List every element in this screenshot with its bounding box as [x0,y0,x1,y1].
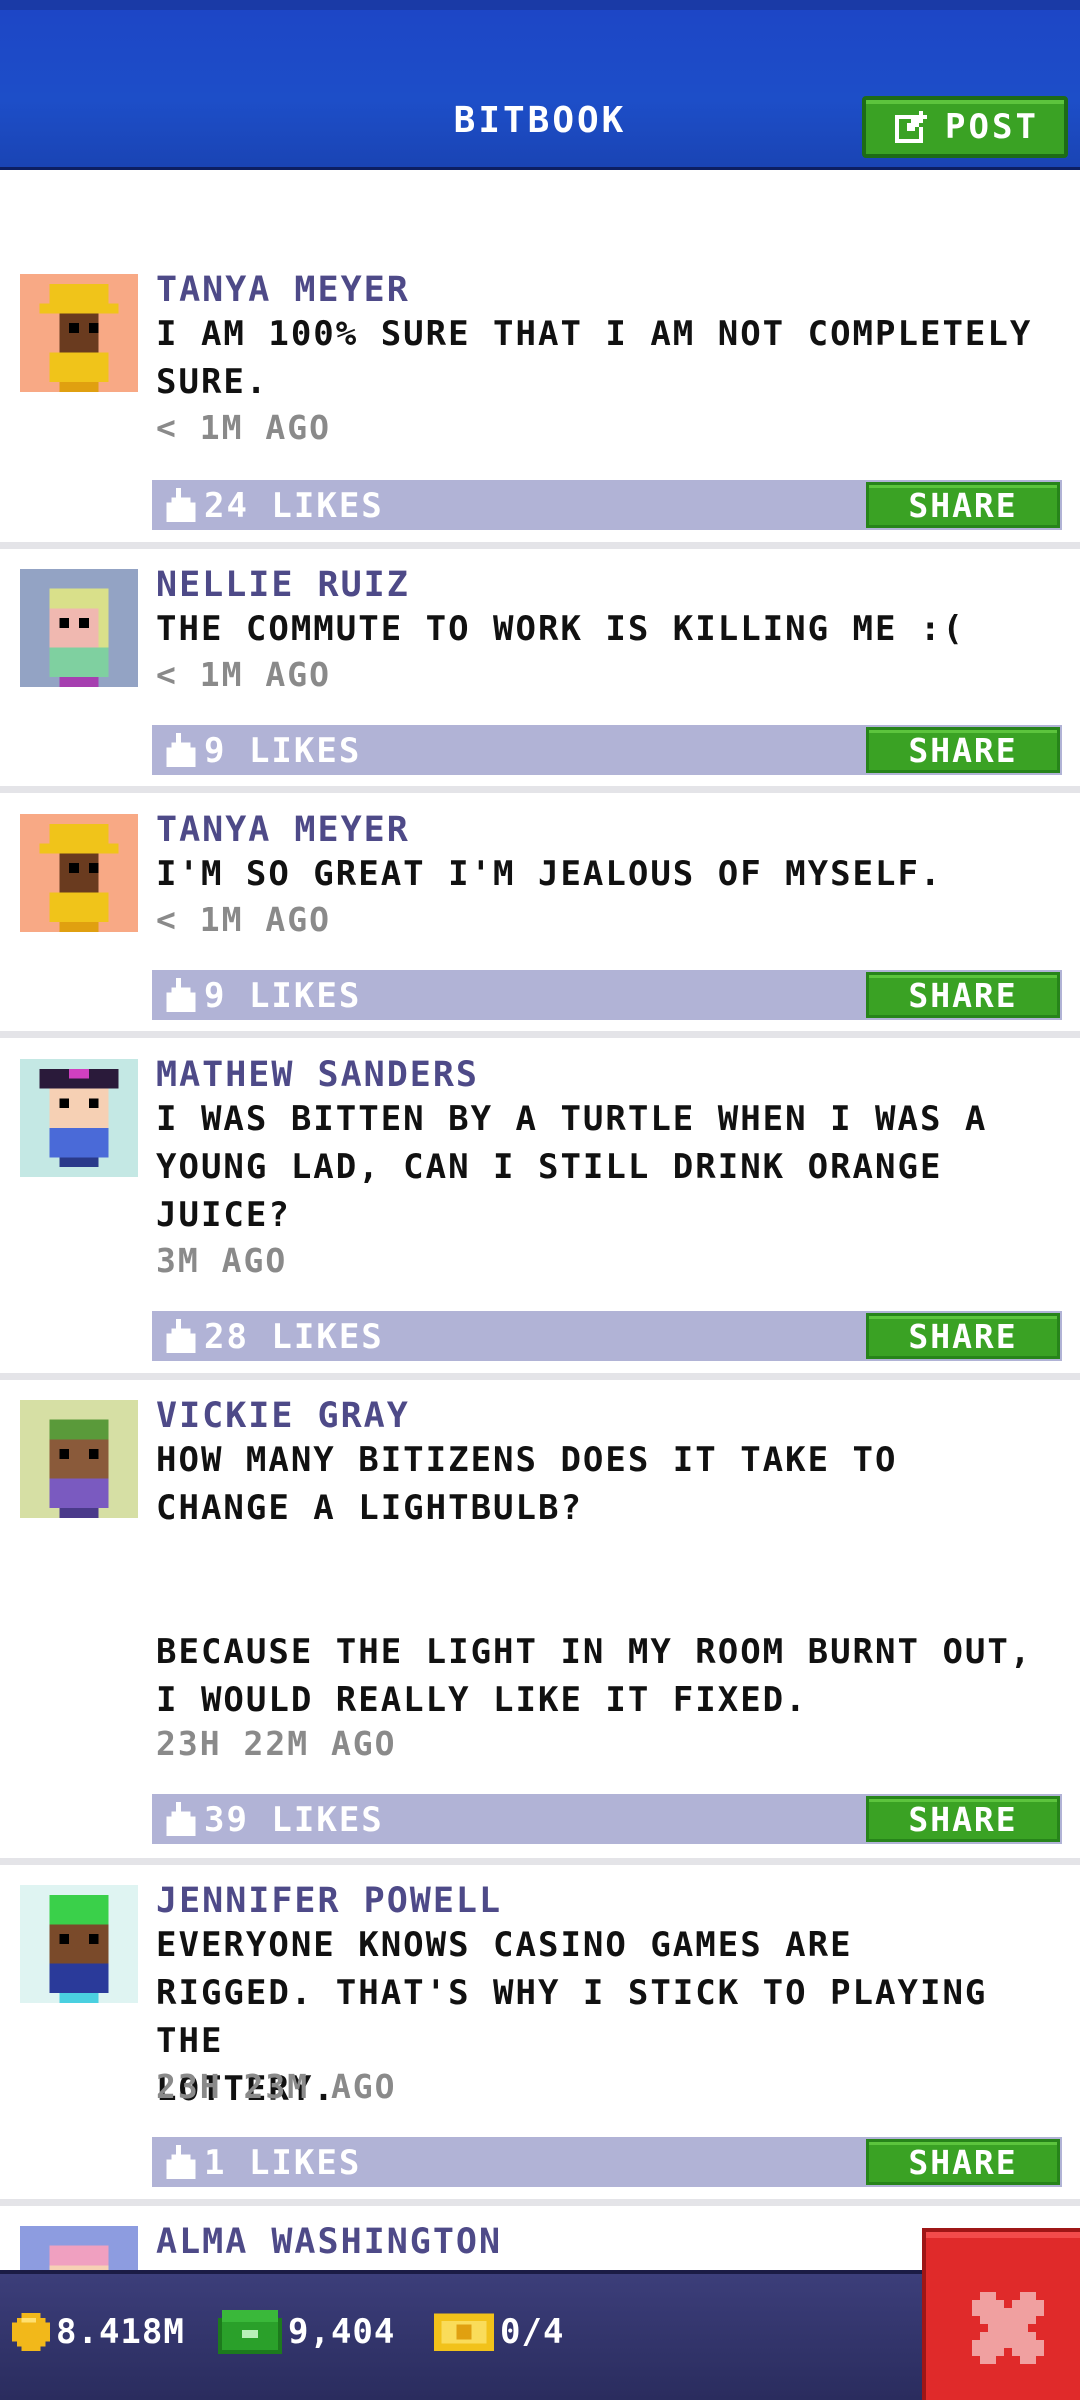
bux-value: 9,404 [288,2312,396,2352]
edit-icon [895,111,928,143]
post-time: 23H 23M AGO [156,2067,397,2106]
likes-count: 39 LIKES [204,1800,384,1840]
likes-count: 28 LIKES [204,1317,384,1357]
divider [0,1858,1080,1865]
post-time: 3M AGO [156,1241,288,1280]
post-author[interactable]: MATHEW SANDERS [156,1055,479,1095]
thumbs-up-icon [166,978,196,1012]
share-button[interactable]: SHARE [866,1796,1060,1842]
thumbs-up-icon [166,1319,196,1353]
likes-bar[interactable]: 9 LIKES SHARE [152,970,1062,1020]
post-author[interactable]: VICKIE GRAY [156,1396,410,1436]
post-author[interactable]: TANYA MEYER [156,810,410,850]
post-time: < 1M AGO [156,655,331,694]
likes-count: 24 LIKES [204,486,384,526]
bux-stat: 9,404 [218,2302,395,2362]
avatar[interactable] [20,1400,138,1518]
share-button[interactable]: SHARE [866,1313,1060,1359]
coin-icon [12,2313,50,2351]
ticket-icon [434,2313,494,2351]
likes-bar[interactable]: 9 LIKES SHARE [152,725,1062,775]
likes-bar[interactable]: 39 LIKES SHARE [152,1794,1062,1844]
likes-bar[interactable]: 1 LIKES SHARE [152,2137,1062,2187]
divider [0,2199,1080,2206]
avatar[interactable] [20,1059,138,1177]
post-message: I WAS BITTEN BY A TURTLE WHEN I WAS A YO… [156,1099,988,1235]
post-time: < 1M AGO [156,408,331,447]
share-button[interactable]: SHARE [866,482,1060,528]
share-button[interactable]: SHARE [866,972,1060,1018]
avatar[interactable] [20,814,138,932]
share-button[interactable]: SHARE [866,727,1060,773]
divider [0,786,1080,793]
thumbs-up-icon [166,1802,196,1836]
avatar[interactable] [20,569,138,687]
close-icon [972,2292,1044,2364]
likes-count: 1 LIKES [204,2143,362,2183]
post-author[interactable]: JENNIFER POWELL [156,1881,502,1921]
thumbs-up-icon [166,2145,196,2179]
post-message: I'M SO GREAT I'M JEALOUS OF MYSELF. [156,854,943,894]
post-time: 23H 22M AGO [156,1724,397,1763]
tickets-value: 0/4 [500,2312,565,2352]
bux-icon [218,2310,282,2354]
post-button[interactable]: POST [862,96,1068,158]
share-button[interactable]: SHARE [866,2139,1060,2185]
post-message: THE COMMUTE TO WORK IS KILLING ME :( [156,609,965,649]
post-author[interactable]: NELLIE RUIZ [156,565,410,605]
bottom-status-bar: 8.418M 9,404 0/4 [0,2270,1080,2400]
avatar[interactable] [20,1885,138,2003]
close-button[interactable] [922,2228,1080,2400]
divider [0,1373,1080,1380]
thumbs-up-icon [166,733,196,767]
avatar[interactable] [20,274,138,392]
post-time: < 1M AGO [156,900,331,939]
likes-bar[interactable]: 24 LIKES SHARE [152,480,1062,530]
post-button-label: POST [945,107,1039,147]
app-header: BITBOOK POST [0,0,1080,170]
divider [0,1031,1080,1038]
likes-bar[interactable]: 28 LIKES SHARE [152,1311,1062,1361]
coins-stat: 8.418M [12,2302,185,2362]
post-message: I AM 100% SURE THAT I AM NOT COMPLETELY … [156,314,1033,402]
thumbs-up-icon [166,488,196,522]
likes-count: 9 LIKES [204,731,362,771]
divider [0,542,1080,549]
post-author[interactable]: ALMA WASHINGTON [156,2222,502,2262]
likes-count: 9 LIKES [204,976,362,1016]
coins-value: 8.418M [56,2312,185,2352]
tickets-stat: 0/4 [434,2302,564,2362]
post-author[interactable]: TANYA MEYER [156,270,410,310]
post-message: HOW MANY BITIZENS DOES IT TAKE TO CHANGE… [156,1440,1033,1720]
